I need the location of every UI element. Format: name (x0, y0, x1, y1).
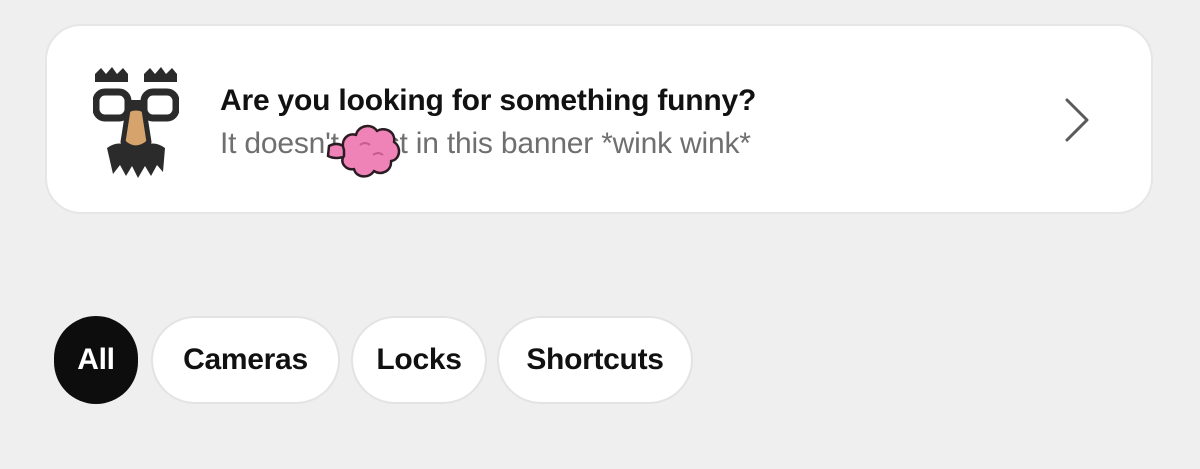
pink-fart-cloud-icon (326, 124, 401, 178)
chevron-right-icon[interactable] (1057, 96, 1095, 144)
filter-chip-cameras[interactable]: Cameras (151, 316, 340, 404)
funny-banner-card[interactable]: Are you looking for something funny? It … (45, 24, 1153, 214)
filter-chip-shortcuts[interactable]: Shortcuts (497, 316, 693, 404)
banner-title: Are you looking for something funny? (220, 84, 757, 117)
groucho-glasses-disguise-icon (93, 67, 179, 178)
filter-chip-all[interactable]: All (54, 316, 138, 404)
banner-subtitle: It doesn't exist in this banner *wink wi… (220, 127, 751, 160)
filter-chip-locks[interactable]: Locks (351, 316, 487, 404)
